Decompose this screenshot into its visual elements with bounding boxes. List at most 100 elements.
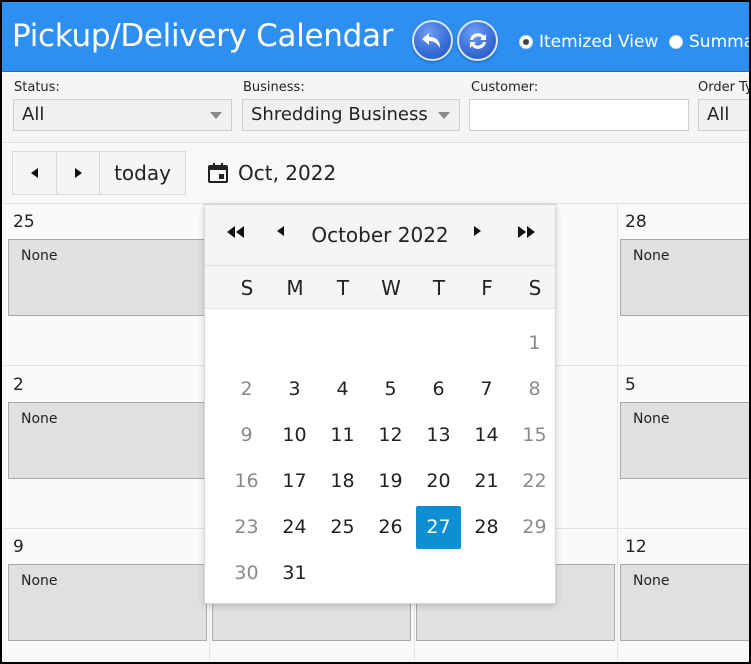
date-cell[interactable]: 5	[368, 368, 413, 411]
event-box[interactable]: None	[8, 402, 207, 479]
date-cell[interactable]: 25	[320, 506, 365, 549]
weekday-label: T	[432, 276, 446, 300]
weekday-label: S	[528, 276, 542, 300]
current-date-picker-toggle[interactable]: Oct, 2022	[207, 161, 336, 185]
selected-date[interactable]: 27	[416, 506, 461, 549]
prev-month-button[interactable]	[277, 226, 284, 236]
chevron-left-icon	[277, 226, 284, 236]
date-cell[interactable]: 2	[224, 368, 269, 411]
status-label: Status:	[14, 80, 60, 95]
date-cell[interactable]: 9	[224, 414, 269, 457]
weekday-label: T	[336, 276, 350, 300]
date-cell[interactable]: 7	[464, 368, 509, 411]
date-cell[interactable]: 23	[224, 506, 269, 549]
chevron-down-icon	[210, 112, 222, 119]
date-cell[interactable]: 12	[368, 414, 413, 457]
next-month-button[interactable]	[474, 226, 481, 236]
date-cell[interactable]: 13	[416, 414, 461, 457]
double-chevron-right-icon	[518, 226, 535, 238]
date-cell[interactable]: 15	[512, 414, 557, 457]
page-title: Pickup/Delivery Calendar	[12, 18, 394, 54]
weekday-label: M	[286, 276, 304, 300]
business-select[interactable]: Shredding Business	[242, 99, 460, 131]
business-label: Business:	[243, 80, 305, 95]
order-type-label: Order Ty	[698, 80, 751, 95]
customer-input[interactable]	[469, 99, 689, 131]
date-cell[interactable]: 19	[368, 460, 413, 503]
next-month-button[interactable]	[57, 152, 100, 194]
weekday-header-row: SMTWTFS	[205, 265, 555, 309]
date-cell[interactable]: 11	[320, 414, 365, 457]
day-number: 5	[625, 375, 636, 395]
filter-bar: Status: All Business: Shredding Business…	[2, 73, 751, 143]
date-cell[interactable]: 20	[416, 460, 461, 503]
app-window: Pickup/Delivery Calendar Itemized View S…	[0, 0, 751, 664]
undo-button[interactable]	[412, 20, 453, 61]
date-cell[interactable]: 4	[320, 368, 365, 411]
next-year-button[interactable]	[516, 226, 536, 238]
date-cell[interactable]: 26	[368, 506, 413, 549]
itemized-view-radio[interactable]: Itemized View	[519, 32, 658, 52]
date-cell[interactable]: 16	[224, 460, 269, 503]
datepicker-title[interactable]: October 2022	[205, 223, 555, 247]
weekday-label: S	[240, 276, 254, 300]
date-cell[interactable]: 30	[224, 552, 269, 595]
event-box[interactable]: None	[620, 402, 749, 479]
undo-arrow-icon	[421, 32, 440, 48]
customer-label: Customer:	[471, 80, 539, 95]
datepicker-header: October 2022	[205, 205, 555, 265]
calendar-toolbar: today Oct, 2022	[2, 143, 749, 203]
event-box[interactable]: None	[8, 564, 207, 641]
date-cell[interactable]: 31	[272, 552, 317, 595]
current-date-label: Oct, 2022	[238, 161, 337, 185]
prev-year-button[interactable]	[226, 226, 246, 238]
date-cell[interactable]: 17	[272, 460, 317, 503]
chevron-down-icon	[438, 112, 450, 119]
summary-view-radio[interactable]: Summa	[669, 32, 751, 52]
date-cell[interactable]: 28	[464, 506, 509, 549]
chevron-left-icon	[31, 168, 38, 178]
date-cell[interactable]: 18	[320, 460, 365, 503]
chevron-right-icon	[74, 168, 82, 178]
header-bar: Pickup/Delivery Calendar Itemized View S…	[2, 2, 751, 72]
prev-month-button[interactable]	[13, 152, 57, 194]
day-number: 9	[13, 537, 24, 557]
refresh-button[interactable]	[457, 20, 498, 61]
order-type-value: All	[707, 104, 730, 125]
day-number: 2	[13, 375, 24, 395]
radio-checked-icon	[519, 35, 533, 49]
date-cell[interactable]: 8	[512, 368, 557, 411]
event-box[interactable]: None	[8, 239, 207, 316]
date-cell[interactable]: 6	[416, 368, 461, 411]
date-cell[interactable]: 22	[512, 460, 557, 503]
calendar-icon	[208, 163, 228, 183]
status-value: All	[22, 104, 45, 125]
day-number: 28	[625, 212, 647, 232]
summary-view-label: Summa	[689, 32, 751, 52]
event-box[interactable]: None	[620, 239, 749, 316]
date-cell[interactable]: 14	[464, 414, 509, 457]
today-button[interactable]: today	[100, 152, 185, 194]
date-cell[interactable]: 29	[512, 506, 557, 549]
date-cell[interactable]: 24	[272, 506, 317, 549]
grid-line	[617, 203, 618, 662]
double-chevron-left-icon	[227, 226, 244, 238]
refresh-icon	[469, 32, 486, 49]
chevron-right-icon	[474, 226, 481, 236]
business-value: Shredding Business	[251, 104, 428, 125]
date-cell[interactable]: 1	[512, 322, 557, 365]
date-cell[interactable]: 10	[272, 414, 317, 457]
weekday-label: F	[481, 276, 493, 300]
status-select[interactable]: All	[13, 99, 232, 131]
date-cell[interactable]: 21	[464, 460, 509, 503]
event-box[interactable]: None	[620, 564, 749, 641]
itemized-view-label: Itemized View	[539, 32, 659, 52]
day-number: 12	[625, 537, 647, 557]
nav-button-group: today	[12, 151, 186, 195]
order-type-select[interactable]: All	[698, 99, 749, 131]
date-cell[interactable]: 3	[272, 368, 317, 411]
radio-unchecked-icon	[669, 35, 683, 49]
datepicker-popup: October 2022 SMTWTFS 1 2 3 4 5 6 7 8 9 10 11 12 13 14…	[204, 204, 556, 604]
day-number: 25	[13, 212, 35, 232]
weekday-label: W	[381, 276, 401, 300]
